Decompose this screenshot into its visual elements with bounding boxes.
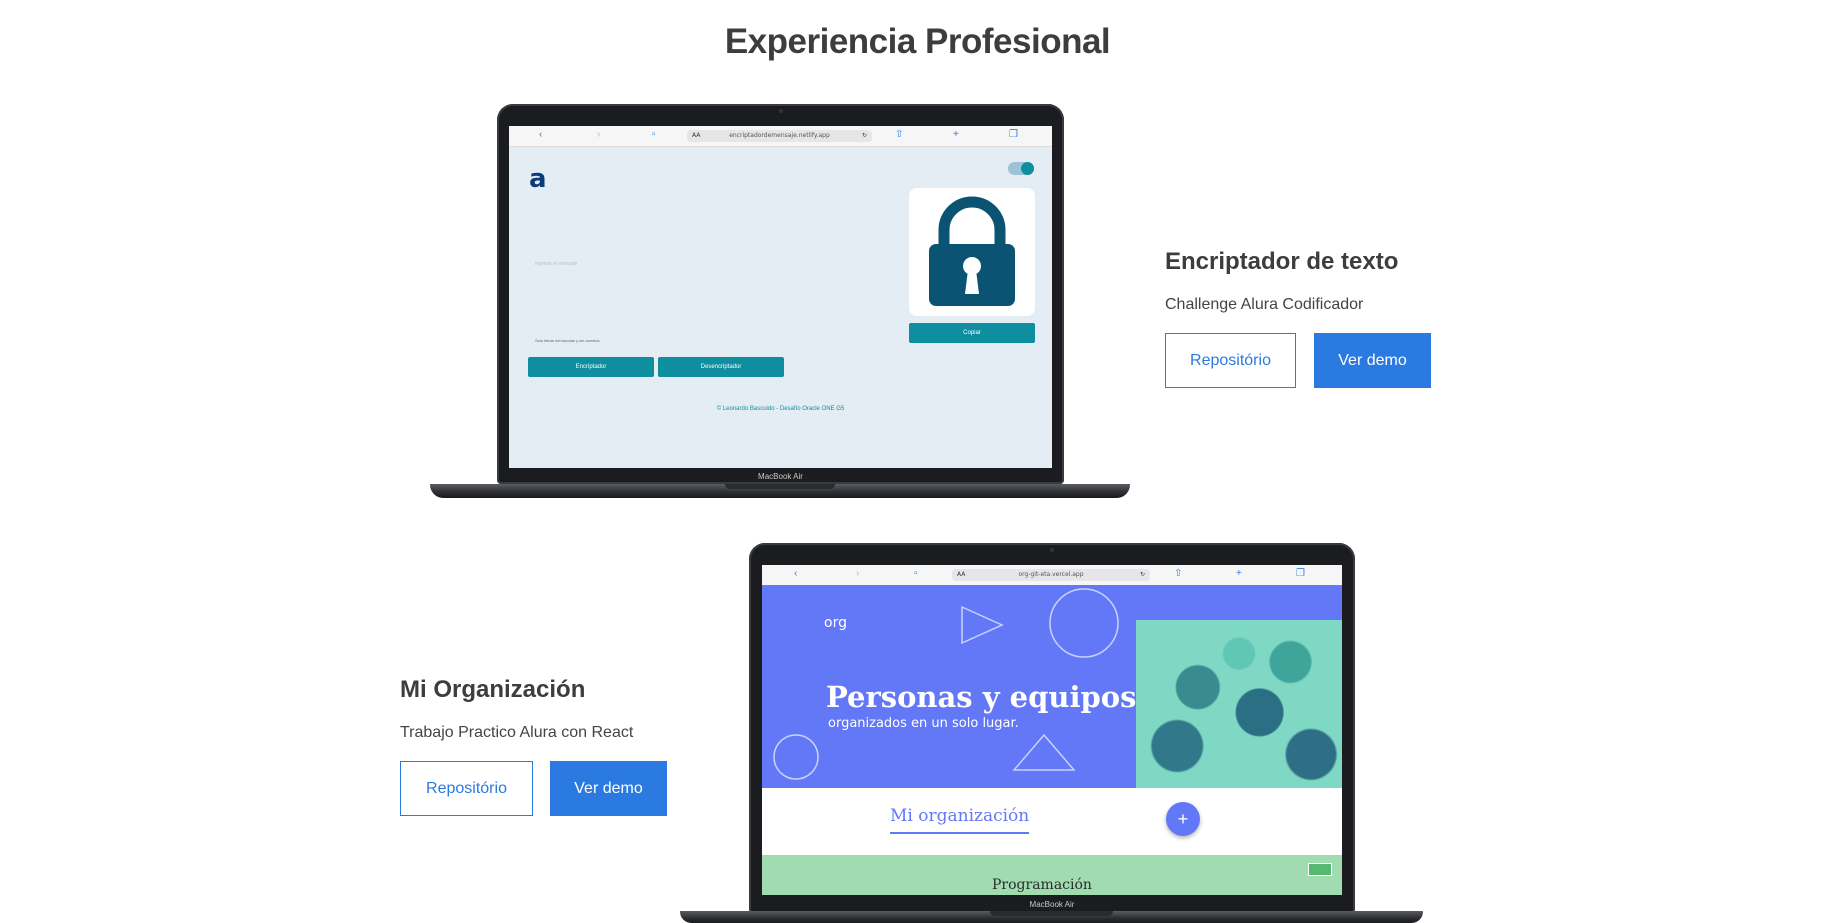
- reload-icon: ↻: [1139, 571, 1145, 578]
- tabs-icon: ❐: [1009, 129, 1018, 140]
- color-picker: [1308, 863, 1332, 876]
- project-title: Mi Organización: [400, 676, 586, 703]
- share-icon: ⇧: [895, 129, 904, 140]
- copy-button: Copiar: [909, 323, 1035, 343]
- demo-button[interactable]: Ver demo: [1314, 333, 1431, 388]
- project-screenshot-encriptador: ‹ › ▫ AA encriptadordemensaje.netlify.ap…: [509, 126, 1052, 468]
- project-screenshot-organizacion: ‹ › ▫ AA org-git-eta.vercel.app ↻ ⇧ + ❐: [762, 565, 1342, 895]
- org-logo: org: [824, 615, 847, 631]
- browser-toolbar: ‹ › ▫ AA encriptadordemensaje.netlify.ap…: [509, 126, 1052, 147]
- decrypt-button: Desencriptador: [658, 357, 784, 377]
- org-section: Mi organización +: [762, 788, 1342, 855]
- url-text: encriptadordemensaje.netlify.app: [729, 132, 830, 139]
- section-title: Experiencia Profesional: [724, 22, 1111, 61]
- hero-banner: org Personas y equipos organizados en un…: [762, 585, 1342, 788]
- screen-footer: © Leonardo Bascuido - Desafío Oracle ONE…: [716, 406, 845, 412]
- repository-button[interactable]: Repositório: [400, 761, 533, 816]
- team-section: Programación: [762, 855, 1342, 895]
- forward-icon: ›: [597, 129, 601, 140]
- url-text: org-git-eta.vercel.app: [1018, 571, 1084, 578]
- back-icon: ‹: [794, 568, 798, 579]
- encrypt-button: Encriptador: [528, 357, 654, 377]
- hero-heading: Personas y equipos: [826, 680, 1137, 714]
- message-input: Ingrese el mensaje: [535, 261, 578, 267]
- laptop-mockup-encriptador: ‹ › ▫ AA encriptadordemensaje.netlify.ap…: [430, 104, 1130, 504]
- input-hint: Solo letras minúsculas y sin acentos: [535, 338, 600, 343]
- lock-card: [909, 188, 1035, 316]
- alura-logo: a: [529, 164, 547, 194]
- laptop-base: [680, 911, 1423, 923]
- hero-subheading: organizados en un solo lugar.: [828, 716, 1019, 731]
- demo-button[interactable]: Ver demo: [550, 761, 667, 816]
- new-tab-icon: +: [1236, 568, 1242, 579]
- theme-toggle: [1008, 162, 1034, 175]
- org-title: Mi organización: [890, 806, 1030, 826]
- bookmarks-icon: ▫: [914, 568, 918, 579]
- tabs-icon: ❐: [1296, 568, 1305, 579]
- add-icon: +: [1166, 802, 1200, 836]
- laptop-base: [430, 484, 1130, 498]
- back-icon: ‹: [539, 129, 543, 140]
- bookmarks-icon: ▫: [652, 129, 656, 140]
- project-title: Encriptador de texto: [1165, 248, 1399, 275]
- device-label: MacBook Air: [758, 472, 803, 481]
- share-icon: ⇧: [1174, 568, 1183, 579]
- laptop-mockup-organizacion: ‹ › ▫ AA org-git-eta.vercel.app ↻ ⇧ + ❐: [680, 543, 1423, 923]
- url-bar: AA org-git-eta.vercel.app ↻: [952, 569, 1150, 581]
- lock-icon: [929, 196, 1015, 306]
- forward-icon: ›: [856, 568, 860, 579]
- org-title-underline: [890, 832, 1029, 834]
- device-label: MacBook Air: [1029, 900, 1075, 909]
- url-bar: AA encriptadordemensaje.netlify.app ↻: [687, 130, 872, 142]
- browser-toolbar: ‹ › ▫ AA org-git-eta.vercel.app ↻ ⇧ + ❐: [762, 565, 1342, 586]
- team-photo: [1136, 620, 1342, 788]
- repository-button[interactable]: Repositório: [1165, 333, 1296, 388]
- team-title: Programación: [992, 877, 1092, 893]
- new-tab-icon: +: [953, 129, 959, 140]
- project-subtitle: Challenge Alura Codificador: [1165, 296, 1364, 313]
- reload-icon: ↻: [861, 132, 867, 139]
- project-subtitle: Trabajo Practico Alura con React: [400, 724, 634, 741]
